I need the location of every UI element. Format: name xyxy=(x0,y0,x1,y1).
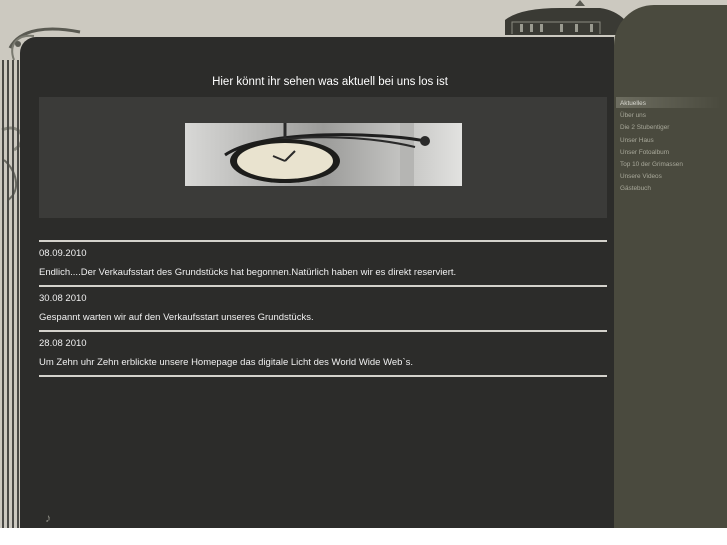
menu-item-videos[interactable]: Unsere Videos xyxy=(620,171,683,183)
station-clock-image xyxy=(185,123,462,186)
menu-item-ueber-uns[interactable]: Über uns xyxy=(620,110,683,122)
menu-item-aktuelles[interactable]: Aktuelles xyxy=(620,98,683,110)
menu-item-fotoalbum[interactable]: Unser Fotoalbum xyxy=(620,147,683,159)
menu-item-stubentiger[interactable]: Die 2 Stubentiger xyxy=(620,122,683,134)
left-decoration xyxy=(0,60,22,530)
news-text: Um Zehn uhr Zehn erblickte unsere Homepa… xyxy=(39,357,414,368)
page-title: Hier könnt ihr sehen was aktuell bei uns… xyxy=(212,76,448,88)
news-date: 28.08 2010 xyxy=(39,338,87,349)
news-text: Endlich....Der Verkaufsstart des Grundst… xyxy=(39,267,457,278)
bottom-strip xyxy=(0,528,727,545)
menu-item-unser-haus[interactable]: Unser Haus xyxy=(620,135,683,147)
menu-item-grimassen[interactable]: Top 10 der Grimassen xyxy=(620,159,683,171)
news-list: 08.09.2010 Endlich....Der Verkaufsstart … xyxy=(39,240,607,377)
hero-panel xyxy=(39,97,607,218)
news-date: 08.09.2010 xyxy=(39,248,87,259)
nav-menu: Aktuelles Über uns Die 2 Stubentiger Uns… xyxy=(620,98,683,196)
divider xyxy=(39,375,607,377)
sidebar-top xyxy=(614,5,727,75)
news-text: Gespannt warten wir auf den Verkaufsstar… xyxy=(39,312,314,323)
news-date: 30.08 2010 xyxy=(39,293,87,304)
menu-item-gaestebuch[interactable]: Gästebuch xyxy=(620,183,683,195)
music-note-icon[interactable]: ♪ xyxy=(45,511,51,525)
